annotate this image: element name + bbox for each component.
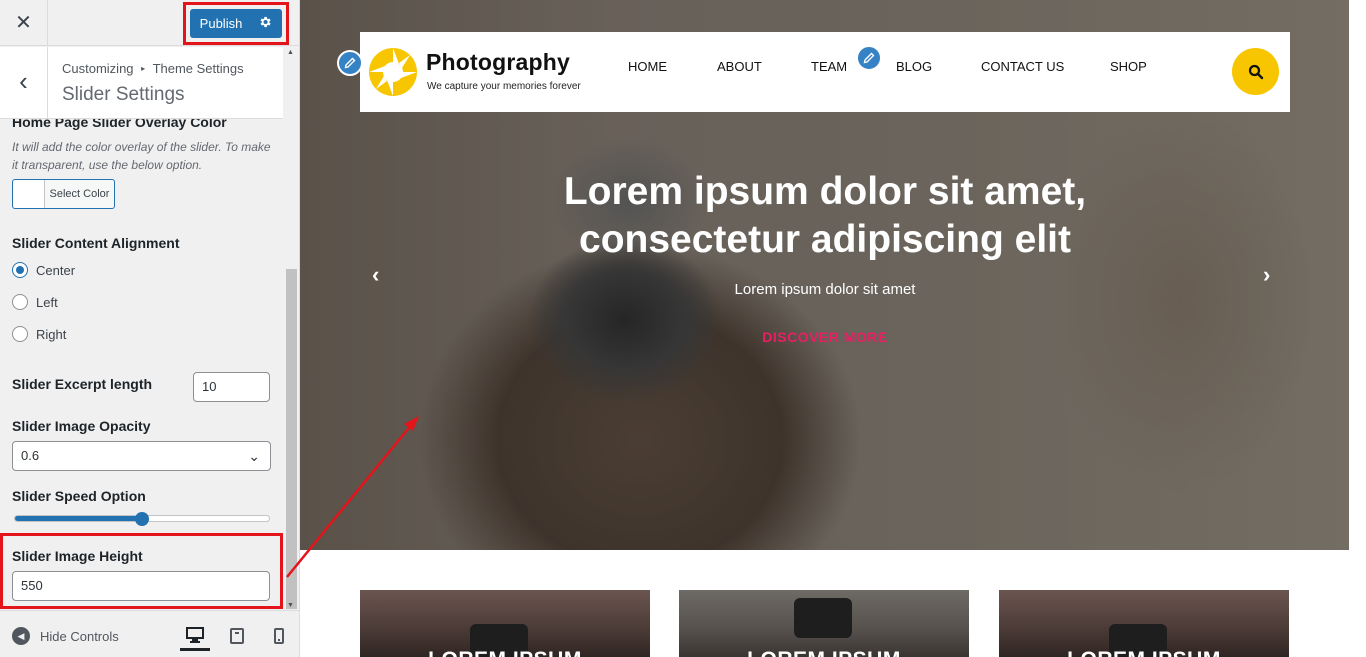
card-image bbox=[794, 598, 852, 638]
tablet-preview-button[interactable] bbox=[222, 621, 252, 651]
hero-slider: Photography We capture your memories for… bbox=[300, 0, 1349, 550]
scroll-down-icon[interactable]: ▼ bbox=[287, 602, 294, 609]
pencil-icon bbox=[344, 57, 356, 69]
slider-subtitle: Lorem ipsum dolor sit amet bbox=[734, 281, 916, 298]
radio-icon[interactable] bbox=[12, 326, 28, 342]
alignment-option-label: Center bbox=[36, 262, 76, 278]
select-color-button[interactable]: Select Color bbox=[12, 179, 115, 209]
publish-label: Publish bbox=[199, 16, 243, 31]
image-height-input[interactable]: 550 bbox=[12, 571, 270, 601]
slider-next-arrow[interactable]: › bbox=[1263, 262, 1270, 288]
collapse-arrow-icon: ◀ bbox=[12, 627, 30, 645]
search-button[interactable] bbox=[1232, 48, 1279, 95]
site-preview: Photography We capture your memories for… bbox=[300, 0, 1366, 657]
feature-card-title: LOREM IPSUM bbox=[360, 648, 650, 657]
site-title[interactable]: Photography bbox=[426, 49, 570, 76]
desktop-icon bbox=[186, 626, 204, 643]
tablet-icon bbox=[230, 628, 244, 644]
mobile-preview-button[interactable] bbox=[264, 621, 294, 651]
excerpt-length-input[interactable]: 10 bbox=[193, 372, 270, 402]
chevron-left-icon: ‹ bbox=[19, 66, 28, 96]
scroll-up-icon[interactable]: ▲ bbox=[287, 49, 294, 56]
hide-controls-label: Hide Controls bbox=[40, 628, 119, 644]
alignment-option-center[interactable]: Center bbox=[12, 262, 75, 278]
edit-menu-shortcut[interactable] bbox=[856, 45, 882, 71]
nav-contact-us[interactable]: CONTACT US bbox=[981, 59, 1064, 74]
feature-card[interactable]: LOREM IPSUM bbox=[999, 590, 1289, 657]
slider-heading-line1: Lorem ipsum dolor sit amet, bbox=[563, 170, 1087, 213]
discover-more-link[interactable]: DISCOVER MORE bbox=[640, 329, 1010, 345]
hide-controls-button[interactable]: ◀ Hide Controls bbox=[12, 627, 119, 645]
feature-card[interactable]: LOREM IPSUM bbox=[679, 590, 969, 657]
alignment-option-left[interactable]: Left bbox=[12, 294, 58, 310]
site-header: Photography We capture your memories for… bbox=[360, 32, 1290, 112]
nav-home[interactable]: HOME bbox=[628, 59, 667, 74]
feature-card[interactable]: LOREM IPSUM bbox=[360, 590, 650, 657]
controls-panel: Home Page Slider Overlay Color It will a… bbox=[0, 119, 283, 609]
back-button[interactable]: ‹ bbox=[0, 47, 48, 119]
alignment-option-label: Right bbox=[36, 326, 67, 342]
nav-team[interactable]: TEAM bbox=[811, 59, 847, 74]
image-opacity-select[interactable]: 0.6 ⌄ bbox=[12, 441, 271, 471]
publish-highlight: Publish bbox=[183, 2, 289, 45]
section-header: ‹ Customizing ▸ Theme Settings Slider Se… bbox=[0, 47, 283, 119]
section-title: Slider Settings bbox=[62, 84, 185, 105]
mobile-icon bbox=[274, 628, 284, 644]
breadcrumb-section: Theme Settings bbox=[152, 61, 244, 76]
nav-shop[interactable]: SHOP bbox=[1110, 59, 1147, 74]
close-button[interactable]: ✕ bbox=[0, 0, 48, 46]
breadcrumb: Customizing ▸ Theme Settings bbox=[62, 61, 244, 76]
image-height-title: Slider Image Height bbox=[12, 548, 143, 564]
overlay-color-description: It will add the color overlay of the sli… bbox=[12, 140, 271, 172]
overlay-color-title: Home Page Slider Overlay Color bbox=[12, 119, 227, 130]
speed-slider-fill bbox=[15, 516, 142, 521]
chevron-right-icon: › bbox=[1263, 262, 1271, 287]
scrollbar-thumb[interactable] bbox=[286, 269, 297, 609]
publish-button[interactable]: Publish bbox=[190, 9, 282, 38]
excerpt-length-title: Slider Excerpt length bbox=[12, 376, 153, 392]
image-opacity-title: Slider Image Opacity bbox=[12, 418, 151, 434]
pencil-icon bbox=[863, 52, 875, 64]
nav-blog[interactable]: BLOG bbox=[896, 59, 932, 74]
feature-card-title: LOREM IPSUM bbox=[679, 648, 969, 657]
speed-option-title: Slider Speed Option bbox=[12, 488, 146, 504]
radio-icon[interactable] bbox=[12, 294, 28, 310]
slider-prev-arrow[interactable]: ‹ bbox=[372, 262, 379, 288]
customizer-sidebar: ✕ Publish ‹ Customizing ▸ Theme Settings… bbox=[0, 0, 300, 657]
color-swatch bbox=[13, 180, 45, 208]
nav-about[interactable]: ABOUT bbox=[717, 59, 762, 74]
chevron-down-icon: ⌄ bbox=[248, 448, 260, 464]
breadcrumb-parent: Customizing bbox=[62, 61, 134, 76]
search-icon bbox=[1248, 64, 1263, 79]
alignment-option-right[interactable]: Right bbox=[12, 326, 66, 342]
site-tagline: We capture your memories forever bbox=[427, 81, 581, 92]
slider-heading-line2: consectetur adipiscing elit bbox=[579, 218, 1071, 261]
alignment-title: Slider Content Alignment bbox=[12, 235, 180, 251]
radio-checked-icon[interactable] bbox=[12, 262, 28, 278]
speed-slider-thumb[interactable] bbox=[135, 512, 149, 526]
customizer-topbar: ✕ Publish bbox=[0, 0, 299, 46]
close-icon: ✕ bbox=[15, 12, 32, 34]
customizer-footer: ◀ Hide Controls bbox=[0, 610, 299, 657]
edit-logo-shortcut[interactable] bbox=[337, 50, 363, 76]
alignment-option-label: Left bbox=[36, 294, 58, 310]
feature-card-title: LOREM IPSUM bbox=[999, 648, 1289, 657]
image-height-highlight: Slider Image Height 550 bbox=[0, 533, 283, 609]
slider-heading: Lorem ipsum dolor sit amet, consectetur … bbox=[440, 168, 1210, 264]
desktop-preview-button[interactable] bbox=[180, 621, 210, 651]
select-color-label: Select Color bbox=[49, 188, 110, 200]
gear-icon[interactable] bbox=[258, 15, 272, 32]
aperture-logo-icon[interactable] bbox=[368, 47, 418, 97]
chevron-left-icon: ‹ bbox=[372, 262, 380, 287]
image-opacity-value: 0.6 bbox=[21, 448, 40, 463]
controls-scrollbar[interactable]: ▲ ▼ bbox=[284, 47, 299, 609]
breadcrumb-separator-icon: ▸ bbox=[141, 64, 146, 73]
